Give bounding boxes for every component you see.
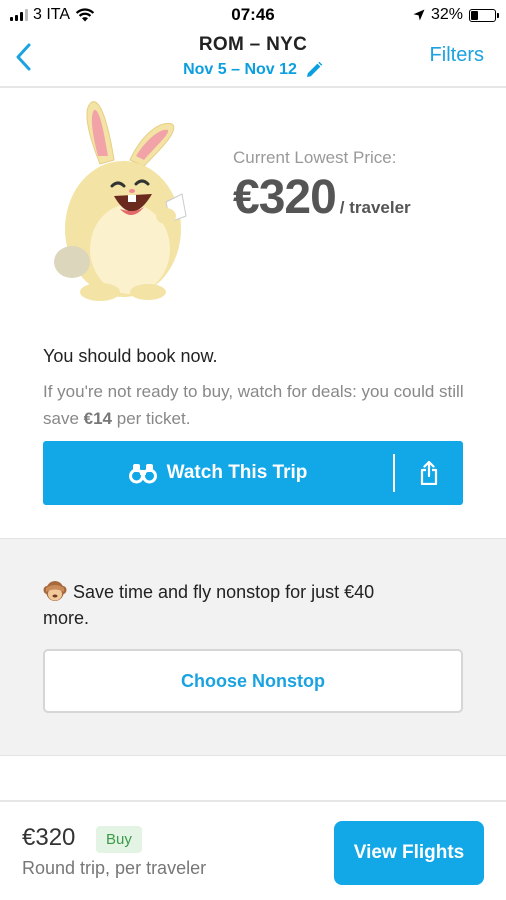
- signal-icon: [10, 9, 28, 21]
- bunny-mascot-icon: [54, 101, 187, 301]
- booking-footer: €320 Buy Round trip, per traveler View F…: [0, 800, 506, 900]
- filters-button[interactable]: Filters: [430, 44, 484, 67]
- advice-text-after: per ticket.: [112, 409, 191, 428]
- status-right: 32%: [413, 6, 499, 24]
- share-button[interactable]: [395, 461, 463, 485]
- price-label: Current Lowest Price:: [233, 148, 397, 167]
- buy-badge: Buy: [96, 826, 142, 853]
- choose-nonstop-button[interactable]: Choose Nonstop: [43, 649, 463, 713]
- advice-text: If you're not ready to buy, watch for de…: [43, 378, 473, 432]
- location-arrow-icon: [413, 9, 425, 21]
- nonstop-text: Save time and fly nonstop for just €40 m…: [43, 582, 375, 628]
- navigation-bar: ROM – NYC Nov 5 – Nov 12 Filters: [0, 30, 506, 88]
- price-summary-section: Current Lowest Price: €320 / traveler Yo…: [0, 90, 506, 538]
- nonstop-text-row: Save time and fly nonstop for just €40 m…: [43, 579, 403, 631]
- advice-title: You should book now.: [43, 346, 218, 366]
- footer-subtitle: Round trip, per traveler: [22, 858, 207, 878]
- carrier-label: 3 ITA: [33, 6, 71, 23]
- status-bar: 3 ITA 07:46 32%: [0, 0, 506, 30]
- price-block: Current Lowest Price: €320 / traveler: [233, 148, 411, 225]
- nonstop-suggestion: Save time and fly nonstop for just €40 m…: [0, 538, 506, 756]
- edit-dates[interactable]: Nov 5 – Nov 12: [183, 61, 323, 79]
- pencil-icon: [306, 61, 323, 77]
- battery-icon: [469, 8, 499, 22]
- savings-amount: €14: [83, 409, 113, 428]
- watch-trip-button[interactable]: Watch This Trip: [43, 441, 463, 505]
- binoculars-icon: [128, 464, 157, 484]
- price-row: €320 / traveler: [233, 170, 411, 225]
- share-icon: [420, 461, 438, 485]
- footer-price: €320: [22, 824, 76, 851]
- watch-trip-main[interactable]: Watch This Trip: [43, 462, 393, 484]
- see-no-evil-monkey-icon: [43, 581, 67, 601]
- price-unit: / traveler: [339, 198, 411, 217]
- dates-label: Nov 5 – Nov 12: [183, 61, 297, 78]
- current-price: €320: [233, 171, 337, 224]
- view-flights-button[interactable]: View Flights: [334, 821, 484, 885]
- watch-trip-label: Watch This Trip: [166, 462, 308, 483]
- status-left: 3 ITA: [10, 6, 95, 24]
- battery-percent: 32%: [430, 6, 463, 23]
- wifi-icon: [75, 8, 95, 22]
